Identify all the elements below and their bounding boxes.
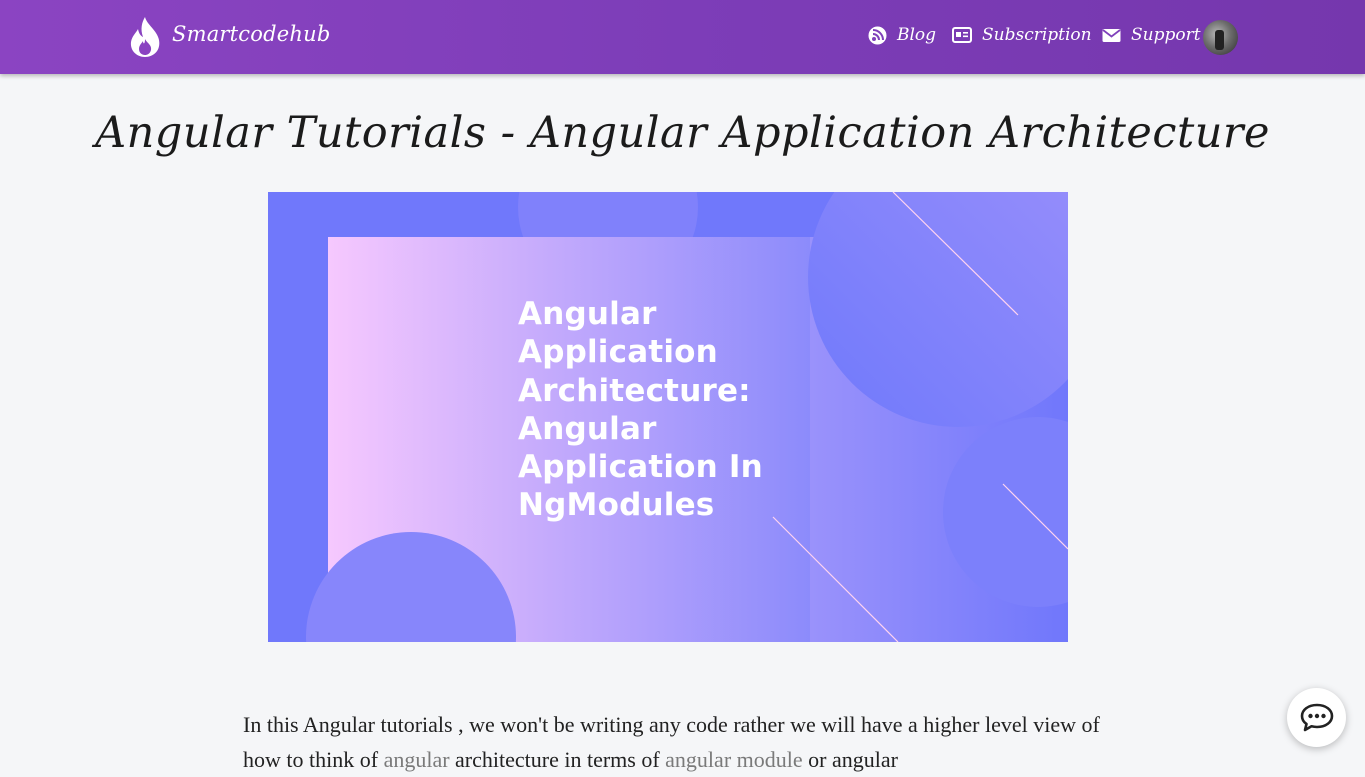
hero-line: Angular [518, 296, 657, 332]
nav-support-label: Support [1131, 25, 1201, 45]
intro-text: or angular [802, 747, 898, 772]
avatar[interactable] [1203, 20, 1238, 55]
nav-subscription-link[interactable]: Subscription [952, 25, 1092, 45]
brand-link[interactable]: Smartcodehub [128, 16, 330, 58]
hero-line: Angular [518, 410, 657, 447]
flame-icon [130, 17, 160, 57]
nav-support-link[interactable]: Support [1102, 25, 1201, 45]
nav-blog-link[interactable]: Blog [868, 25, 936, 45]
chat-bubble-icon [1300, 703, 1333, 731]
id-card-icon [952, 27, 972, 43]
hero-line: Application In [518, 449, 763, 486]
hero-heading: Angular Application Architecture: Angula… [518, 295, 818, 525]
nav-subscription-label: Subscription [982, 25, 1092, 45]
hero-line: NgModules [518, 487, 715, 524]
nav-blog-label: Blog [897, 25, 937, 45]
envelope-icon [1102, 28, 1121, 42]
hero-line: Application [518, 334, 718, 371]
navbar: Smartcodehub Blog Subscription Support [0, 0, 1365, 74]
chat-button[interactable] [1287, 688, 1346, 747]
angular-link[interactable]: angular [384, 747, 450, 772]
hero-line: Architecture: [518, 372, 751, 409]
page-title: Angular Tutorials - Angular Application … [95, 108, 1270, 158]
intro-text: architecture in terms of [449, 747, 666, 772]
angular-module-link[interactable]: angular module [665, 747, 802, 772]
brand-name: Smartcodehub [172, 22, 331, 46]
hero-image: Angular Application Architecture: Angula… [268, 192, 1068, 642]
rss-icon [868, 26, 887, 44]
